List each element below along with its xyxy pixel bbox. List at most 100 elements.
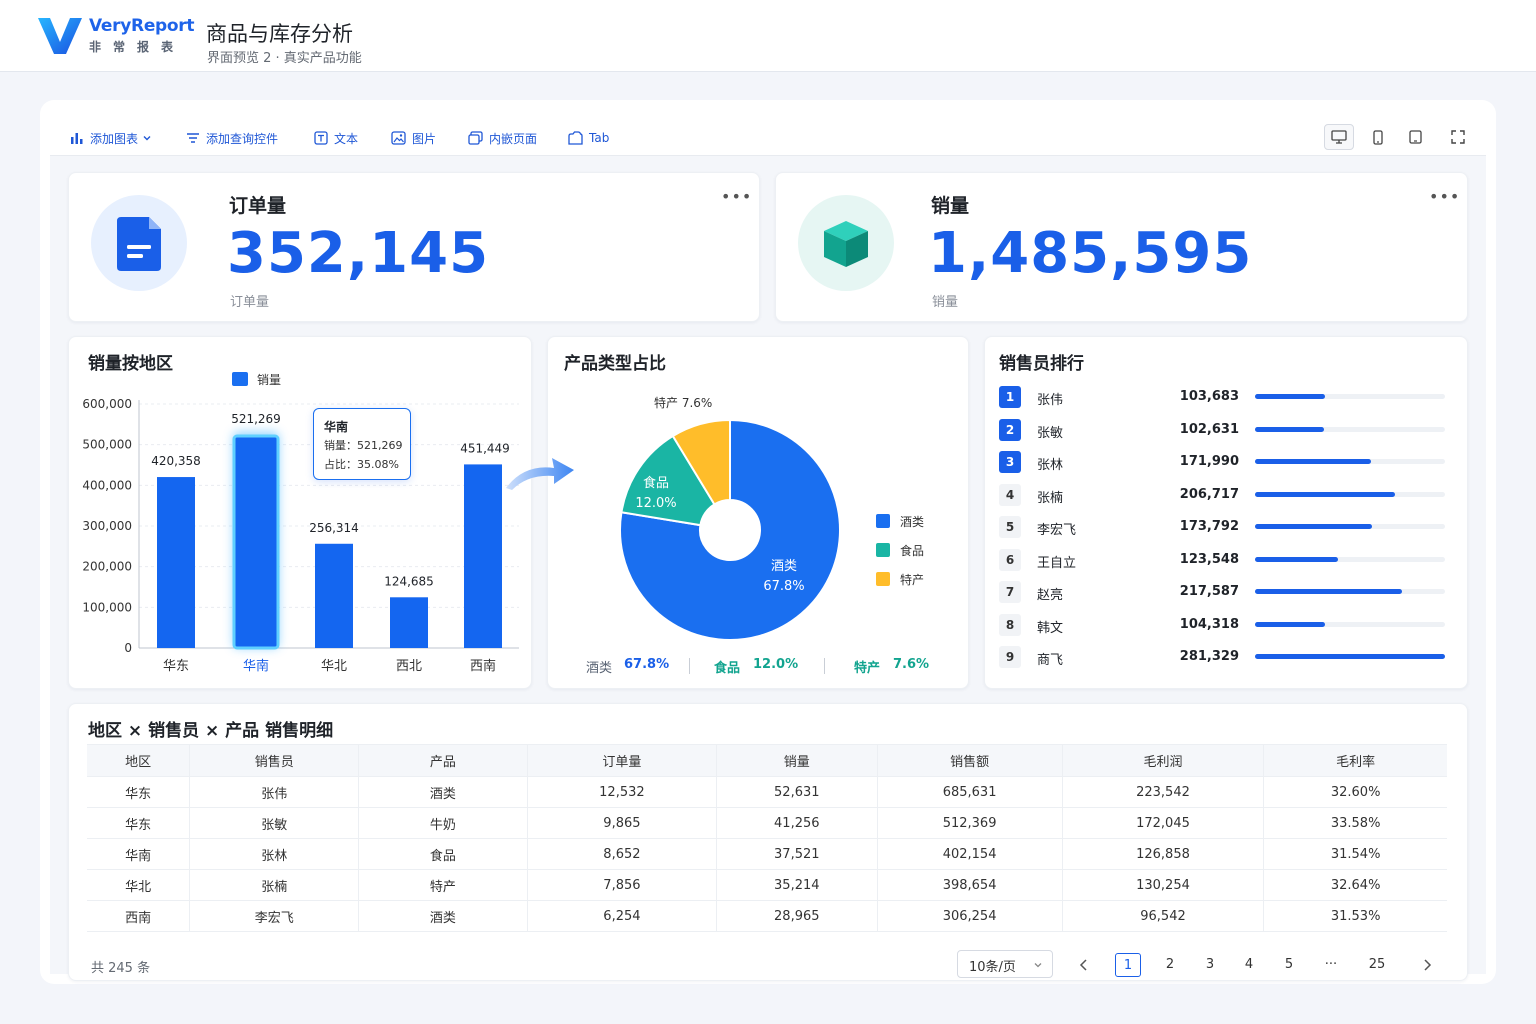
table-row[interactable]: 西南 李宏飞 酒类 6,254 28,965 306,254 96,542 31.53% — [87, 900, 1447, 932]
ranking-row[interactable]: 2 张敏 102,631 — [999, 418, 1449, 441]
more-icon[interactable]: ••• — [721, 187, 752, 206]
page-size-select[interactable]: 10条/页 — [957, 950, 1053, 978]
salesperson-value: 103,683 — [1179, 389, 1239, 404]
ranking-card[interactable]: 销售员排行 1 张伟 103,683 2 张敏 102,631 3 张林 171,990 4 张楠 2… — [984, 336, 1468, 689]
legend-swatch — [232, 372, 248, 386]
bar-华北[interactable] — [315, 543, 353, 648]
x-tick-label: 华北 — [321, 659, 347, 674]
column-header[interactable]: 毛利率 — [1263, 744, 1447, 777]
add-text-button[interactable]: 文本 — [314, 129, 358, 147]
detail-table-card[interactable]: 地区 × 销售员 × 产品 销售明细 地区 销售员 产品 订单量 销量 销售额 毛利润 毛利率… — [68, 703, 1468, 981]
table-cell: 31.53% — [1263, 900, 1447, 932]
ranking-row[interactable]: 4 张楠 206,717 — [999, 483, 1449, 506]
table-cell: 52,631 — [716, 776, 878, 808]
ranking-row[interactable]: 3 张林 171,990 — [999, 451, 1449, 473]
kpi-card-orders[interactable]: 订单量 352,145 订单量 ••• — [68, 172, 760, 322]
bar-西南[interactable] — [464, 464, 502, 648]
legend-swatch — [876, 514, 890, 528]
table-row[interactable]: 华东 张敏 牛奶 9,865 41,256 512,369 172,045 33.58% — [87, 807, 1447, 839]
progress-bar — [1255, 654, 1445, 659]
progress-track — [1255, 491, 1445, 497]
table-cell: 96,542 — [1062, 900, 1265, 932]
column-header[interactable]: 地区 — [87, 744, 191, 777]
column-header[interactable]: 毛利润 — [1062, 744, 1265, 777]
table-row[interactable]: 华南 张林 食品 8,652 37,521 402,154 126,858 31.54% — [87, 838, 1447, 870]
column-header[interactable]: 销售员 — [189, 744, 360, 777]
kpi-card-sales[interactable]: 销量 1,485,595 销量 ••• — [775, 172, 1468, 322]
ranking-row[interactable]: 9 商飞 281,329 — [999, 646, 1449, 668]
add-filter-button[interactable]: 添加查询控件 — [186, 129, 278, 147]
table-row[interactable]: 华北 张楠 特产 7,856 35,214 398,654 130,254 32.64% — [87, 869, 1447, 901]
page-1[interactable]: 1 — [1115, 953, 1141, 977]
add-embed-button[interactable]: 内嵌页面 — [468, 129, 537, 147]
page-5[interactable]: 5 — [1276, 953, 1302, 977]
ranking-row[interactable]: 1 张伟 103,683 — [999, 386, 1449, 408]
desktop-preview-button[interactable] — [1324, 124, 1354, 150]
progress-track — [1255, 621, 1445, 627]
ranking-row[interactable]: 5 李宏飞 173,792 — [999, 516, 1449, 538]
page-4[interactable]: 4 — [1236, 953, 1262, 977]
bar-华东[interactable] — [157, 477, 195, 648]
ranking-row[interactable]: 7 赵亮 217,587 — [999, 581, 1449, 603]
page-title: 商品与库存分析 — [206, 22, 353, 46]
y-tick-label: 200,000 — [82, 560, 132, 574]
table-title: 地区 × 销售员 × 产品 销售明细 — [88, 721, 334, 741]
brand-name: VeryReport — [89, 16, 195, 36]
table-cell: 402,154 — [877, 838, 1063, 870]
image-icon — [391, 131, 406, 145]
table-cell: 306,254 — [877, 900, 1063, 932]
rank-badge: 8 — [999, 613, 1021, 636]
table-cell: 特产 — [358, 869, 528, 901]
salesperson-value: 104,318 — [1179, 616, 1239, 632]
column-header[interactable]: 产品 — [358, 744, 528, 777]
salesperson-name: 张楠 — [1037, 490, 1064, 506]
y-tick-label: 600,000 — [82, 397, 132, 411]
table-cell: 酒类 — [358, 900, 528, 932]
tablet-preview-button[interactable] — [1400, 124, 1430, 150]
page-2[interactable]: 2 — [1157, 953, 1183, 977]
add-chart-button[interactable]: 添加图表 — [70, 129, 152, 147]
ranking-row[interactable]: 8 韩文 104,318 — [999, 613, 1449, 636]
bar-西北[interactable] — [390, 597, 428, 648]
phone-preview-button[interactable] — [1363, 124, 1393, 150]
column-header[interactable]: 销量 — [716, 744, 878, 777]
desktop-icon — [1331, 130, 1347, 144]
ranking-row[interactable]: 6 王自立 123,548 — [999, 548, 1449, 571]
salesperson-value: 206,717 — [1179, 486, 1239, 502]
table-row[interactable]: 华东 张伟 酒类 12,532 52,631 685,631 223,542 32.60% — [87, 776, 1447, 808]
progress-bar — [1255, 459, 1372, 464]
progress-bar — [1255, 394, 1326, 399]
bar-chart-card[interactable]: 销量按地区 销量 0 100,000 200,000 300,000 400,000 500… — [68, 336, 532, 689]
page-3[interactable]: 3 — [1197, 953, 1223, 977]
kpi-sub-label: 订单量 — [230, 295, 270, 310]
table-cell: 李宏飞 — [189, 900, 360, 932]
table-cell: 33.58% — [1263, 807, 1447, 839]
page-25[interactable]: 25 — [1362, 953, 1392, 977]
x-tick-label: 西北 — [396, 659, 422, 674]
table-cell: 牛奶 — [358, 807, 528, 839]
progress-bar — [1255, 589, 1402, 594]
column-header[interactable]: 订单量 — [527, 744, 718, 777]
add-image-button[interactable]: 图片 — [391, 129, 436, 147]
prev-page-icon[interactable] — [1078, 958, 1090, 972]
column-header[interactable]: 销售额 — [877, 744, 1063, 777]
table-cell: 398,654 — [877, 869, 1063, 901]
salesperson-name: 张伟 — [1037, 393, 1064, 408]
progress-bar — [1255, 621, 1326, 627]
tooltip-share: 占比：35.08% — [324, 458, 399, 471]
fullscreen-button[interactable] — [1443, 124, 1473, 150]
pie-outside-label: 特产 7.6% — [654, 395, 712, 410]
table-cell: 张伟 — [189, 776, 360, 808]
tablet-icon — [1408, 129, 1422, 144]
summary-name: 特产 — [854, 661, 881, 676]
progress-bar — [1255, 556, 1339, 562]
bar-华南[interactable] — [232, 434, 280, 650]
table-cell: 35,214 — [716, 869, 878, 901]
pie-chart-card[interactable]: 产品类型占比 酒类 67.8% 食品 12.0% 特产 7.6% 酒类 食品 特产 酒类 67… — [547, 336, 969, 689]
add-tab-button[interactable]: Tab — [568, 129, 609, 147]
pie-slice-name: 食品 — [643, 475, 669, 491]
rank-badge: 9 — [999, 646, 1021, 668]
next-page-icon[interactable] — [1421, 958, 1433, 972]
more-icon[interactable]: ••• — [1429, 187, 1460, 206]
salesperson-value: 123,548 — [1179, 551, 1239, 567]
